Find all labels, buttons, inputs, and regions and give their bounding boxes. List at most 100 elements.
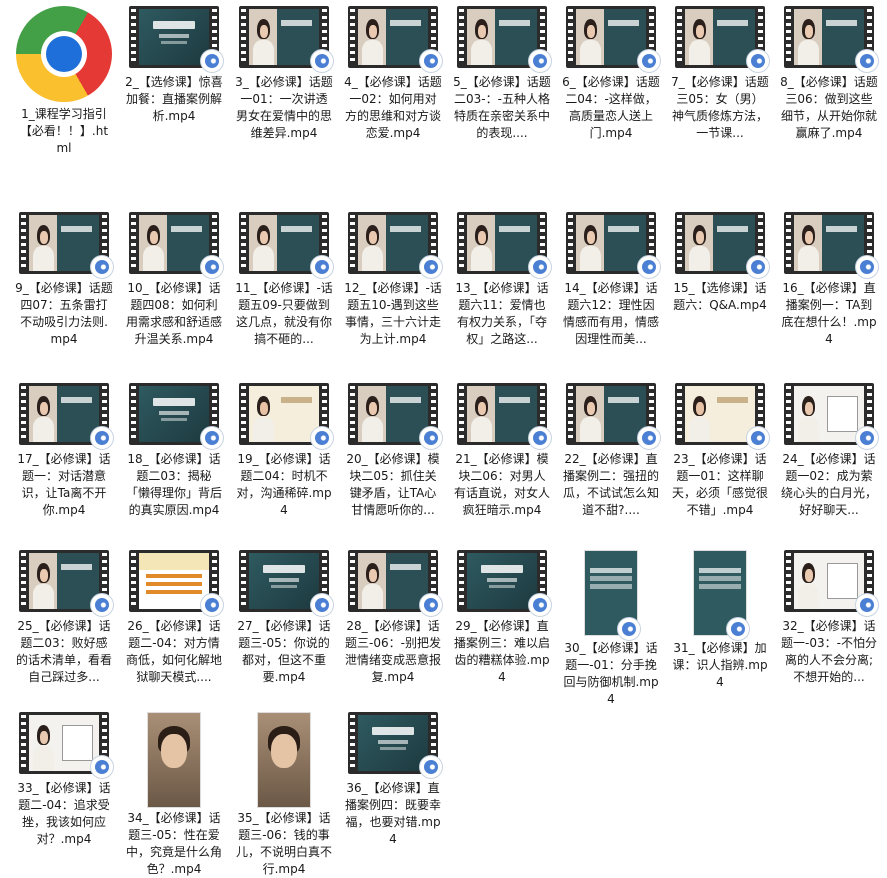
play-icon: [201, 50, 223, 72]
file-name: 12_【必修课】-话题五10-遇到这些事情，三十六计走为上计.mp4: [344, 281, 442, 346]
video-thumbnail: [455, 212, 551, 278]
play-icon: [747, 256, 769, 278]
video-file-item[interactable]: 27_【必修课】话题三-05：你说的都对，但这不重要.mp4: [234, 550, 334, 686]
play-icon: [529, 594, 551, 616]
file-name: 9_【必修课】话题四07：五条雷打不动吸引力法则.mp4: [15, 281, 113, 346]
video-file-item[interactable]: 33_【必修课】话题二-04：追求受挫，我该如何应对？.mp4: [14, 712, 114, 848]
video-thumbnail: [17, 712, 113, 778]
video-file-item[interactable]: 32_【必修课】话题一-03：-不怕分离的人不会分离;不想开始的...: [779, 550, 879, 686]
file-name: 26_【必修课】话题二-04：对方情商低，如何化解地狱聊天模式....: [125, 619, 222, 684]
video-file-item[interactable]: 4_【必修课】话题一02：如何用对方的思维和对方谈恋爱.mp4: [343, 6, 443, 142]
video-file-item[interactable]: 20_【必修课】模块二05：抓住关键矛盾，让TA心甘情愿听你的...: [343, 383, 443, 519]
video-thumbnail: [237, 550, 333, 616]
file-name: 5_【必修课】话题二03-：-五种人格特质在亲密关系中的表现....: [453, 75, 551, 140]
video-file-item[interactable]: 9_【必修课】话题四07：五条雷打不动吸引力法则.mp4: [14, 212, 114, 348]
file-name: 22_【必修课】直播案例二：强扭的瓜，不试试怎么知道不甜?....: [562, 452, 659, 517]
video-file-item[interactable]: 21_【必修课】模块二06：对男人有话直说，对女人疯狂暗示.mp4: [452, 383, 552, 519]
video-file-item[interactable]: 19_【必修课】话题二04：时机不对，沟通稀碎.mp4: [234, 383, 334, 519]
video-file-item[interactable]: 36_【必修课】直播案例四：既要幸福，也要对错.mp4: [343, 712, 443, 848]
video-file-item[interactable]: 10_【必修课】话题四08：如何利用需求感和舒适感升温关系.mp4: [124, 212, 224, 348]
file-name: 8_【必修课】话题三06：做到这些细节，从开始你就赢麻了.mp4: [780, 75, 878, 140]
video-thumbnail: [127, 383, 223, 449]
video-thumbnail: [455, 6, 551, 72]
file-name: 14_【必修课】话题六12：理性因情感而有用，情感因理性而美...: [562, 281, 659, 346]
video-file-item[interactable]: 25_【必修课】话题二03：败好感的话术清单，看看自己踩过多...: [14, 550, 114, 686]
video-thumbnail: [346, 212, 442, 278]
video-thumbnail: [564, 212, 660, 278]
video-file-item[interactable]: 28_【必修课】话题三-06：-别把发泄情绪变成恶意报复.mp4: [343, 550, 443, 686]
file-name: 32_【必修课】话题一-03：-不怕分离的人不会分离;不想开始的...: [781, 619, 877, 684]
video-file-item[interactable]: 8_【必修课】话题三06：做到这些细节，从开始你就赢麻了.mp4: [779, 6, 879, 142]
video-file-item[interactable]: 6_【必修课】话题二04：-这样做，高质量恋人送上门.mp4: [561, 6, 661, 142]
file-name: 36_【必修课】直播案例四：既要幸福，也要对错.mp4: [344, 781, 441, 846]
video-file-item[interactable]: 35_【必修课】话题三-06：钱的事儿，不说明白真不行.mp4: [234, 712, 334, 878]
file-name: 7_【必修课】话题三05：女（男）神气质修炼方法，一节课...: [671, 75, 769, 140]
file-name: 2_【选修课】惊喜加餐：直播案例解析.mp4: [125, 75, 223, 123]
file-name: 31_【必修课】加课：识人指辨.mp4: [672, 641, 768, 689]
file-name: 16_【必修课】直播案例一：TA到底在想什么！.mp4: [781, 281, 877, 346]
file-name: 21_【必修课】模块二06：对男人有话直说，对女人疯狂暗示.mp4: [453, 452, 550, 517]
video-file-item[interactable]: 29_【必修课】直播案例三：难以启齿的糟糕体验.mp4: [452, 550, 552, 686]
video-file-item[interactable]: 11_【必修课】-话题五09-只要做到这几点，就没有你搞不砸的...: [234, 212, 334, 348]
play-icon: [747, 50, 769, 72]
play-icon: [529, 427, 551, 449]
file-name: 29_【必修课】直播案例三：难以启齿的糟糕体验.mp4: [453, 619, 550, 684]
video-file-item[interactable]: 2_【选修课】惊喜加餐：直播案例解析.mp4: [124, 6, 224, 125]
video-file-item[interactable]: 30_【必修课】话题一-01：分手挽回与防御机制.mp4: [561, 550, 661, 708]
video-thumbnail: [782, 383, 878, 449]
video-file-item[interactable]: 14_【必修课】话题六12：理性因情感而有用，情感因理性而美...: [561, 212, 661, 348]
file-name: 19_【必修课】话题二04：时机不对，沟通稀碎.mp4: [236, 452, 332, 517]
play-icon: [529, 256, 551, 278]
file-name: 11_【必修课】-话题五09-只要做到这几点，就没有你搞不砸的...: [235, 281, 333, 346]
video-thumbnail: [673, 212, 769, 278]
video-thumbnail: [237, 212, 333, 278]
play-icon: [856, 594, 878, 616]
video-file-item[interactable]: 3_【必修课】话题一01：一次讲透男女在爱情中的思维差异.mp4: [234, 6, 334, 142]
file-name: 13_【必修课】话题六11：爱情也有权力关系，「夺权」之路这...: [455, 281, 549, 346]
video-file-item[interactable]: 16_【必修课】直播案例一：TA到底在想什么！.mp4: [779, 212, 879, 348]
video-thumbnail: [237, 6, 333, 72]
file-name: 25_【必修课】话题二03：败好感的话术清单，看看自己踩过多...: [15, 619, 112, 684]
video-file-item[interactable]: 5_【必修课】话题二03-：-五种人格特质在亲密关系中的表现....: [452, 6, 552, 142]
file-name: 17_【必修课】话题一：对话潜意识，让Ta离不开你.mp4: [17, 452, 111, 517]
file-name: 30_【必修课】话题一-01：分手挽回与防御机制.mp4: [563, 641, 659, 706]
video-thumbnail: [782, 6, 878, 72]
video-thumbnail: [237, 383, 333, 449]
play-icon: [856, 256, 878, 278]
video-thumbnail: [693, 550, 749, 640]
video-thumbnail: [127, 550, 223, 616]
play-icon: [856, 50, 878, 72]
video-thumbnail: [346, 6, 442, 72]
file-name: 34_【必修课】话题三-05：性在爱中，究竟是什么角色？.mp4: [125, 811, 222, 876]
file-name: 1_课程学习指引【必看！！】.html: [19, 107, 109, 155]
video-file-item[interactable]: 12_【必修课】-话题五10-遇到这些事情，三十六计走为上计.mp4: [343, 212, 443, 348]
video-file-item[interactable]: 24_【必修课】话题一02：成为萦绕心头的白月光，好好聊天...: [779, 383, 879, 519]
video-thumbnail: [673, 383, 769, 449]
video-file-item[interactable]: 7_【必修课】话题三05：女（男）神气质修炼方法，一节课...: [670, 6, 770, 142]
play-icon: [420, 756, 442, 778]
video-thumbnail: [257, 712, 311, 808]
play-icon: [420, 427, 442, 449]
html-file-item[interactable]: 1_课程学习指引【必看！！】.html: [14, 6, 114, 157]
video-file-item[interactable]: 26_【必修课】话题二-04：对方情商低，如何化解地狱聊天模式....: [124, 550, 224, 686]
play-icon: [727, 618, 749, 640]
video-file-item[interactable]: 22_【必修课】直播案例二：强扭的瓜，不试试怎么知道不甜?....: [561, 383, 661, 519]
file-name: 15_【选修课】话题六：Q&A.mp4: [673, 281, 767, 312]
video-file-item[interactable]: 23_【必修课】话题一01：这样聊天，必须「感觉很不错」.mp4: [670, 383, 770, 519]
video-file-item[interactable]: 18_【必修课】话题二03：揭秘「懒得理你」背后的真实原因.mp4: [124, 383, 224, 519]
video-thumbnail: [147, 712, 201, 808]
video-file-item[interactable]: 17_【必修课】话题一：对话潜意识，让Ta离不开你.mp4: [14, 383, 114, 519]
play-icon: [201, 256, 223, 278]
video-thumbnail: [127, 212, 223, 278]
video-file-item[interactable]: 13_【必修课】话题六11：爱情也有权力关系，「夺权」之路这...: [452, 212, 552, 348]
video-file-item[interactable]: 31_【必修课】加课：识人指辨.mp4: [670, 550, 770, 691]
file-name: 35_【必修课】话题三-06：钱的事儿，不说明白真不行.mp4: [235, 811, 332, 876]
video-thumbnail: [782, 550, 878, 616]
video-file-item[interactable]: 34_【必修课】话题三-05：性在爱中，究竟是什么角色？.mp4: [124, 712, 224, 878]
chrome-icon: [16, 6, 112, 102]
play-icon: [420, 256, 442, 278]
video-thumbnail: [346, 712, 442, 778]
video-file-item[interactable]: 15_【选修课】话题六：Q&A.mp4: [670, 212, 770, 314]
file-name: 24_【必修课】话题一02：成为萦绕心头的白月光，好好聊天...: [780, 452, 877, 517]
file-name: 20_【必修课】模块二05：抓住关键矛盾，让TA心甘情愿听你的...: [346, 452, 440, 517]
